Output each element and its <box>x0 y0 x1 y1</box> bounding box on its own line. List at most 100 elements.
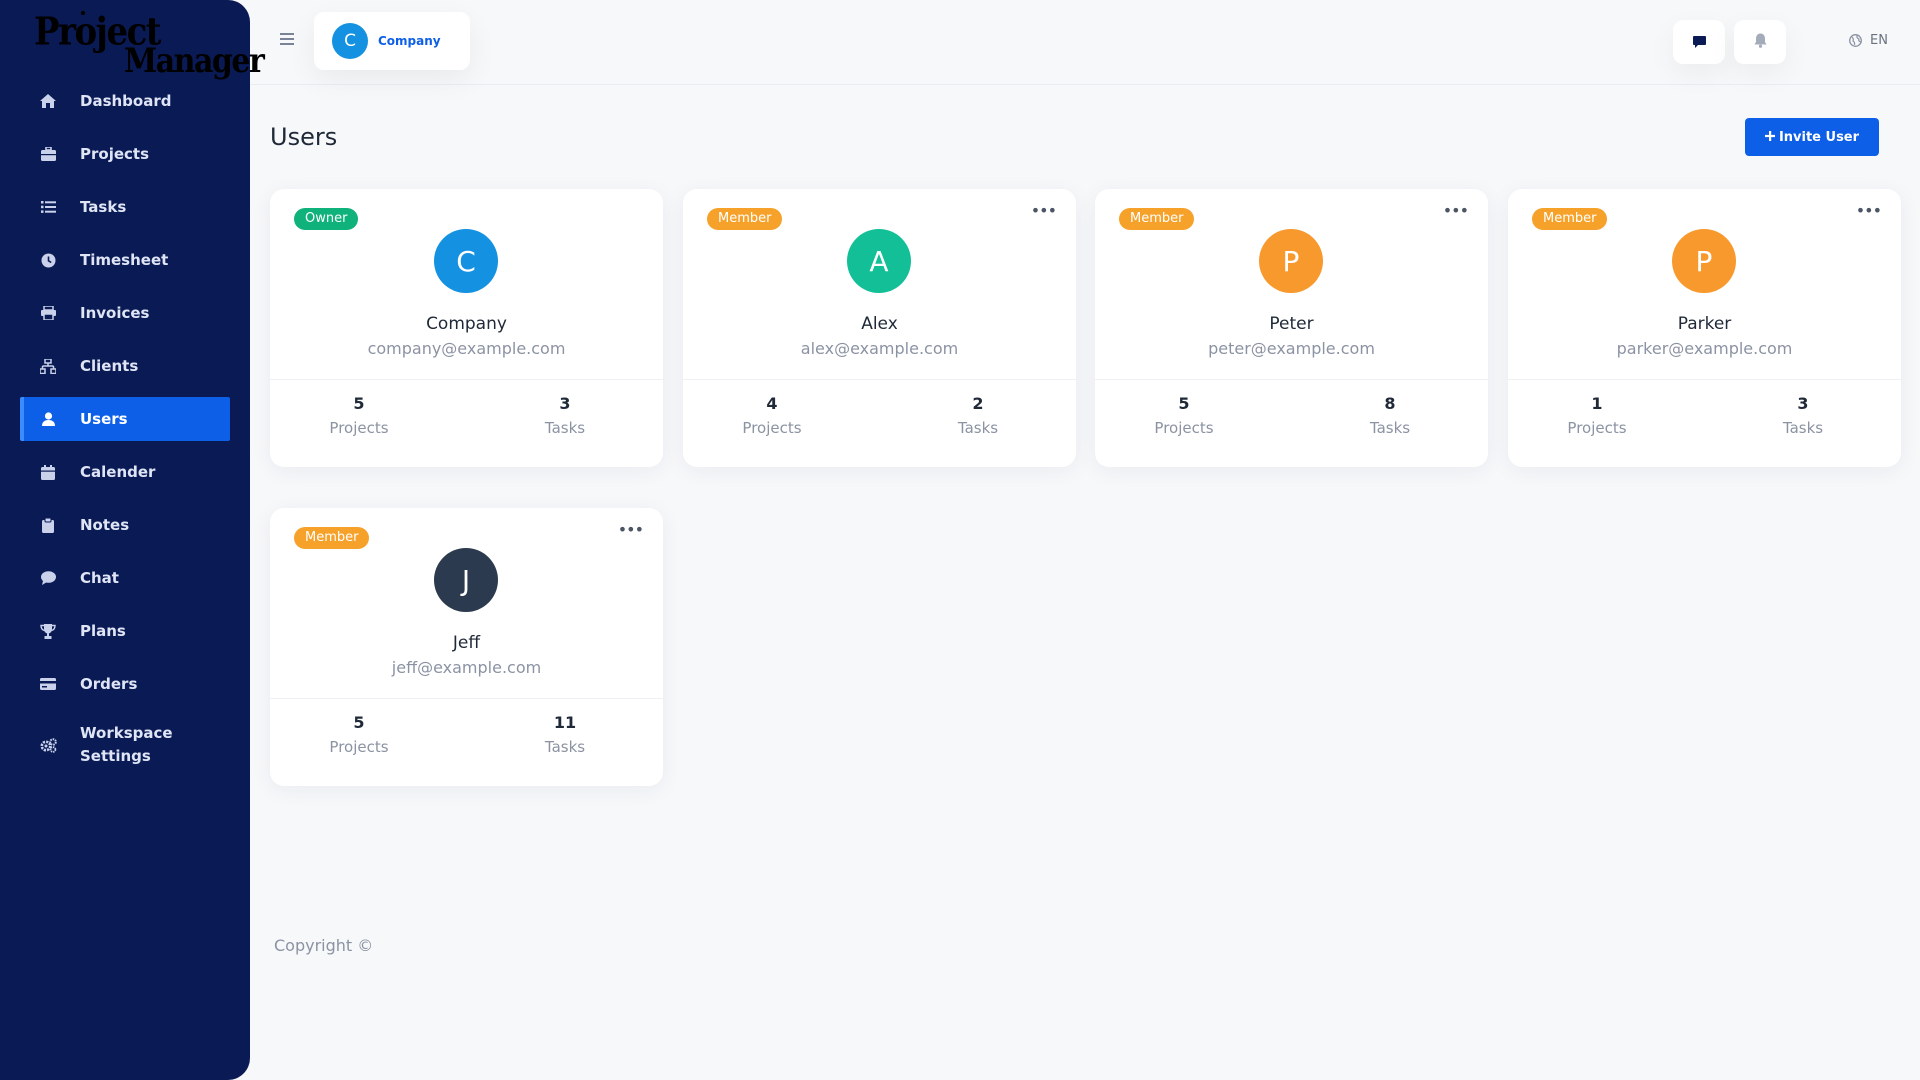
card-divider <box>270 379 663 380</box>
sidebar-item-users[interactable]: Users <box>20 397 230 441</box>
top-bar: C Company EN <box>250 0 1920 85</box>
user-email: parker@example.com <box>1616 339 1793 358</box>
user-icon <box>38 409 58 429</box>
calendar-icon <box>38 462 58 482</box>
tasks-count: 8 <box>1384 394 1396 413</box>
more-options-icon[interactable]: ••• <box>1031 203 1057 219</box>
user-email: company@example.com <box>367 339 566 358</box>
sidebar-item-dashboard[interactable]: Dashboard <box>20 79 230 123</box>
credit-card-icon <box>38 674 58 694</box>
tasks-stat: 11 Tasks <box>495 713 635 756</box>
projects-stat: 4 Projects <box>702 394 842 437</box>
role-badge: Member <box>294 527 370 549</box>
sidebar-nav: Dashboard Projects Tasks Timesheet Invoi… <box>20 79 230 782</box>
tasks-count: 3 <box>559 394 571 413</box>
user-name: Alex <box>861 314 898 334</box>
sidebar-item-label: Clients <box>80 356 139 375</box>
user-avatar: C <box>434 229 498 293</box>
sidebar-item-label: Orders <box>80 674 138 693</box>
sidebar-item-timesheet[interactable]: Timesheet <box>20 238 230 282</box>
user-name: Jeff <box>452 633 481 653</box>
sidebar-item-label: Calender <box>80 462 156 481</box>
tasks-label: Tasks <box>544 419 586 437</box>
sidebar-item-label: Projects <box>80 144 150 163</box>
sidebar-item-chat[interactable]: Chat <box>20 556 230 600</box>
card-divider <box>683 379 1076 380</box>
sidebar-item-tasks[interactable]: Tasks <box>20 185 230 229</box>
printer-icon <box>38 303 58 323</box>
sidebar-item-invoices[interactable]: Invoices <box>20 291 230 335</box>
card-divider <box>270 698 663 699</box>
app-logo[interactable]: Project Manager <box>34 6 265 81</box>
projects-label: Projects <box>1154 419 1214 437</box>
sitemap-icon <box>38 356 58 376</box>
user-name: Parker <box>1677 314 1732 334</box>
footer-copyright: Copyright © <box>274 936 374 955</box>
sidebar-item-plans[interactable]: Plans <box>20 609 230 653</box>
home-icon <box>38 91 58 111</box>
projects-count: 5 <box>353 394 365 413</box>
user-card: Member ••• P Peter peter@example.com 5 P… <box>1095 189 1488 467</box>
workspace-switcher[interactable]: C Company <box>314 12 470 70</box>
user-name: Peter <box>1269 314 1314 334</box>
clipboard-icon <box>38 515 58 535</box>
projects-label: Projects <box>329 419 389 437</box>
logo-text-line2: Manager <box>124 42 265 82</box>
card-divider <box>1095 379 1488 380</box>
invite-user-button[interactable]: Invite User <box>1745 118 1879 156</box>
projects-stat: 5 Projects <box>1114 394 1254 437</box>
tasks-stat: 3 Tasks <box>495 394 635 437</box>
role-badge: Member <box>1532 208 1608 230</box>
chat-button[interactable] <box>1673 20 1725 64</box>
hamburger-menu-icon[interactable] <box>280 33 294 45</box>
projects-count: 5 <box>353 713 365 732</box>
globe-icon <box>1849 34 1862 47</box>
sidebar-item-label: Plans <box>80 621 126 640</box>
invite-user-label: Invite User <box>1778 129 1860 145</box>
tasks-label: Tasks <box>544 738 586 756</box>
tasks-count: 2 <box>972 394 984 413</box>
sidebar-item-label: Dashboard <box>80 91 172 110</box>
language-selector[interactable]: EN <box>1849 33 1888 48</box>
sidebar-item-label: Timesheet <box>80 250 169 269</box>
user-email: jeff@example.com <box>391 658 542 677</box>
sidebar-item-clients[interactable]: Clients <box>20 344 230 388</box>
tasks-count: 3 <box>1797 394 1809 413</box>
notifications-button[interactable] <box>1734 20 1786 64</box>
sidebar-item-workspace-settings[interactable]: Workspace Settings <box>20 715 230 773</box>
card-divider <box>1508 379 1901 380</box>
role-badge: Member <box>1119 208 1195 230</box>
sidebar-item-notes[interactable]: Notes <box>20 503 230 547</box>
projects-stat: 1 Projects <box>1527 394 1667 437</box>
user-email: peter@example.com <box>1208 339 1375 358</box>
workspace-avatar: C <box>332 23 368 59</box>
list-icon <box>38 197 58 217</box>
tasks-count: 11 <box>553 713 577 732</box>
tasks-stat: 8 Tasks <box>1320 394 1460 437</box>
page-title: Users <box>270 123 338 151</box>
sidebar: Project Manager Dashboard Projects Tasks <box>0 0 265 1080</box>
sidebar-item-label: Invoices <box>80 303 150 322</box>
trophy-icon <box>38 621 58 641</box>
tasks-stat: 2 Tasks <box>908 394 1048 437</box>
user-email: alex@example.com <box>800 339 959 358</box>
sidebar-item-calender[interactable]: Calender <box>20 450 230 494</box>
projects-label: Projects <box>742 419 802 437</box>
clock-icon <box>38 250 58 270</box>
logo-dot <box>81 11 85 15</box>
more-options-icon[interactable]: ••• <box>618 522 644 538</box>
tasks-label: Tasks <box>1782 419 1824 437</box>
projects-label: Projects <box>329 738 389 756</box>
projects-label: Projects <box>1567 419 1627 437</box>
more-options-icon[interactable]: ••• <box>1443 203 1469 219</box>
sidebar-item-projects[interactable]: Projects <box>20 132 230 176</box>
user-avatar: P <box>1672 229 1736 293</box>
projects-count: 5 <box>1178 394 1190 413</box>
chat-icon <box>38 568 58 588</box>
user-card: Member ••• P Parker parker@example.com 1… <box>1508 189 1901 467</box>
more-options-icon[interactable]: ••• <box>1856 203 1882 219</box>
plus-icon <box>1764 130 1775 145</box>
user-avatar: A <box>847 229 911 293</box>
sidebar-item-orders[interactable]: Orders <box>20 662 230 706</box>
user-name: Company <box>426 314 507 334</box>
